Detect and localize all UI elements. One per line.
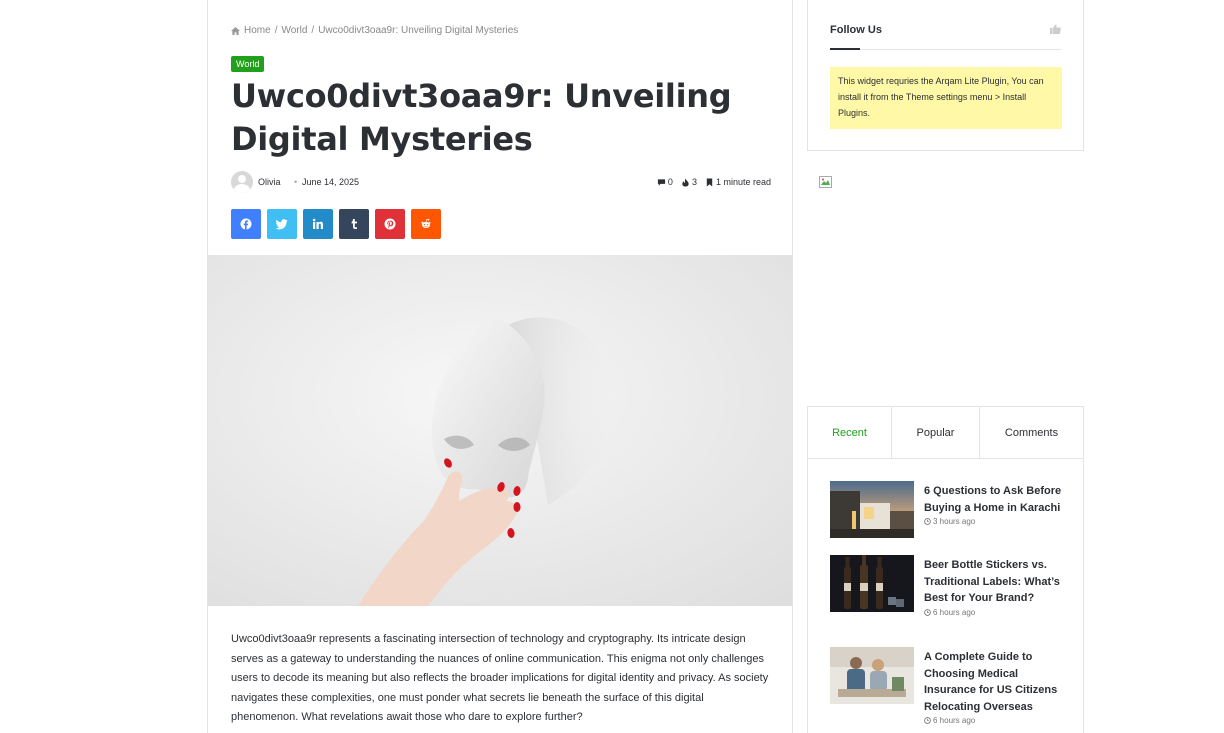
breadcrumb-world-link[interactable]: World bbox=[281, 25, 307, 36]
tumblr-icon bbox=[351, 219, 357, 229]
post-thumbnail[interactable] bbox=[830, 481, 914, 538]
post-meta: Olivia • June 14, 2025 0 3 1 minute read bbox=[231, 171, 771, 195]
featured-image bbox=[208, 255, 792, 606]
thumbs-up-icon bbox=[1050, 24, 1061, 34]
post-title-link[interactable]: Beer Bottle Stickers vs. Traditional Lab… bbox=[924, 557, 1064, 607]
home-icon bbox=[231, 26, 240, 35]
article-body: Uwco0divt3oaa9r represents a fascinating… bbox=[231, 633, 769, 723]
share-reddit-button[interactable] bbox=[411, 209, 441, 239]
fire-icon bbox=[682, 177, 689, 187]
tab-recent[interactable]: Recent bbox=[808, 407, 892, 458]
clock-icon bbox=[924, 518, 931, 525]
post-title-link[interactable]: 6 Questions to Ask Before Buying a Home … bbox=[924, 483, 1064, 516]
post-time: 3 hours ago bbox=[924, 517, 1064, 526]
posts-tabs-widget: Recent Popular Comments 6 Questions to A… bbox=[807, 406, 1084, 733]
breadcrumb-current: Uwco0divt3oaa9r: Unveiling Digital Myste… bbox=[318, 25, 519, 36]
linkedin-icon bbox=[312, 218, 323, 229]
meta-separator: • bbox=[294, 177, 298, 187]
article-card: Home / World / Uwco0divt3oaa9r: Unveilin… bbox=[207, 0, 793, 733]
widget-title: Follow Us bbox=[830, 24, 882, 36]
widget-title-divider bbox=[830, 49, 1062, 50]
post-time-value: 6 hours ago bbox=[933, 607, 976, 617]
share-facebook-button[interactable] bbox=[231, 209, 261, 239]
views-count: 3 bbox=[681, 177, 697, 187]
read-time: 1 minute read bbox=[705, 177, 771, 187]
recent-posts-list: 6 Questions to Ask Before Buying a Home … bbox=[830, 481, 1062, 733]
post-info: A Complete Guide to Choosing Medical Ins… bbox=[924, 649, 1064, 725]
comments-icon bbox=[657, 178, 666, 186]
share-twitter-button[interactable] bbox=[267, 209, 297, 239]
category-badge[interactable]: World bbox=[231, 56, 265, 72]
list-item[interactable]: Beer Bottle Stickers vs. Traditional Lab… bbox=[830, 555, 1062, 647]
clock-icon bbox=[924, 608, 931, 616]
post-info: 6 Questions to Ask Before Buying a Home … bbox=[924, 483, 1064, 526]
breadcrumb-separator: / bbox=[274, 25, 278, 36]
plugin-notice: This widget requries the Arqam Lite Plug… bbox=[830, 67, 1062, 129]
tab-comments[interactable]: Comments bbox=[980, 407, 1083, 458]
pinterest-icon bbox=[384, 218, 396, 230]
comments-value: 0 bbox=[667, 177, 673, 187]
post-time: 6 hours ago bbox=[924, 716, 1064, 725]
reddit-icon bbox=[421, 219, 431, 228]
post-thumbnail[interactable] bbox=[830, 555, 914, 612]
share-buttons bbox=[231, 209, 441, 239]
views-value: 3 bbox=[691, 177, 697, 187]
page-title: Uwco0divt3oaa9r: Unveiling Digital Myste… bbox=[231, 77, 732, 158]
author-link[interactable]: Olivia bbox=[258, 177, 281, 187]
post-info: Beer Bottle Stickers vs. Traditional Lab… bbox=[924, 557, 1064, 617]
post-time: 6 hours ago bbox=[924, 608, 1064, 617]
breadcrumb: Home / World / Uwco0divt3oaa9r: Unveilin… bbox=[231, 25, 518, 36]
post-stats: 0 3 1 minute read bbox=[657, 177, 771, 187]
post-time-value: 3 hours ago bbox=[933, 517, 976, 526]
list-item[interactable]: A Complete Guide to Choosing Medical Ins… bbox=[830, 647, 1062, 733]
follow-us-widget: Follow Us This widget requries the Arqam… bbox=[807, 0, 1084, 151]
read-time-value: 1 minute read bbox=[715, 177, 771, 187]
share-pinterest-button[interactable] bbox=[375, 209, 405, 239]
bookmark-icon bbox=[706, 177, 713, 187]
list-item[interactable]: 6 Questions to Ask Before Buying a Home … bbox=[830, 481, 1062, 555]
breadcrumb-home-link[interactable]: Home bbox=[244, 25, 271, 36]
tab-bar: Recent Popular Comments bbox=[808, 407, 1083, 459]
post-title-link[interactable]: A Complete Guide to Choosing Medical Ins… bbox=[924, 649, 1064, 715]
post-date: June 14, 2025 bbox=[302, 177, 360, 187]
share-linkedin-button[interactable] bbox=[303, 209, 333, 239]
breadcrumb-separator: / bbox=[311, 25, 315, 36]
twitter-icon bbox=[276, 219, 288, 230]
widget-title-accent bbox=[830, 48, 860, 50]
share-tumblr-button[interactable] bbox=[339, 209, 369, 239]
mask-photo bbox=[208, 255, 792, 606]
broken-image-icon[interactable] bbox=[819, 176, 832, 188]
clock-icon bbox=[924, 717, 931, 724]
facebook-icon bbox=[240, 218, 252, 230]
tab-popular[interactable]: Popular bbox=[892, 407, 980, 458]
post-thumbnail[interactable] bbox=[830, 647, 914, 704]
post-time-value: 6 hours ago bbox=[933, 716, 976, 725]
comments-count[interactable]: 0 bbox=[657, 177, 673, 187]
avatar[interactable] bbox=[231, 171, 253, 193]
